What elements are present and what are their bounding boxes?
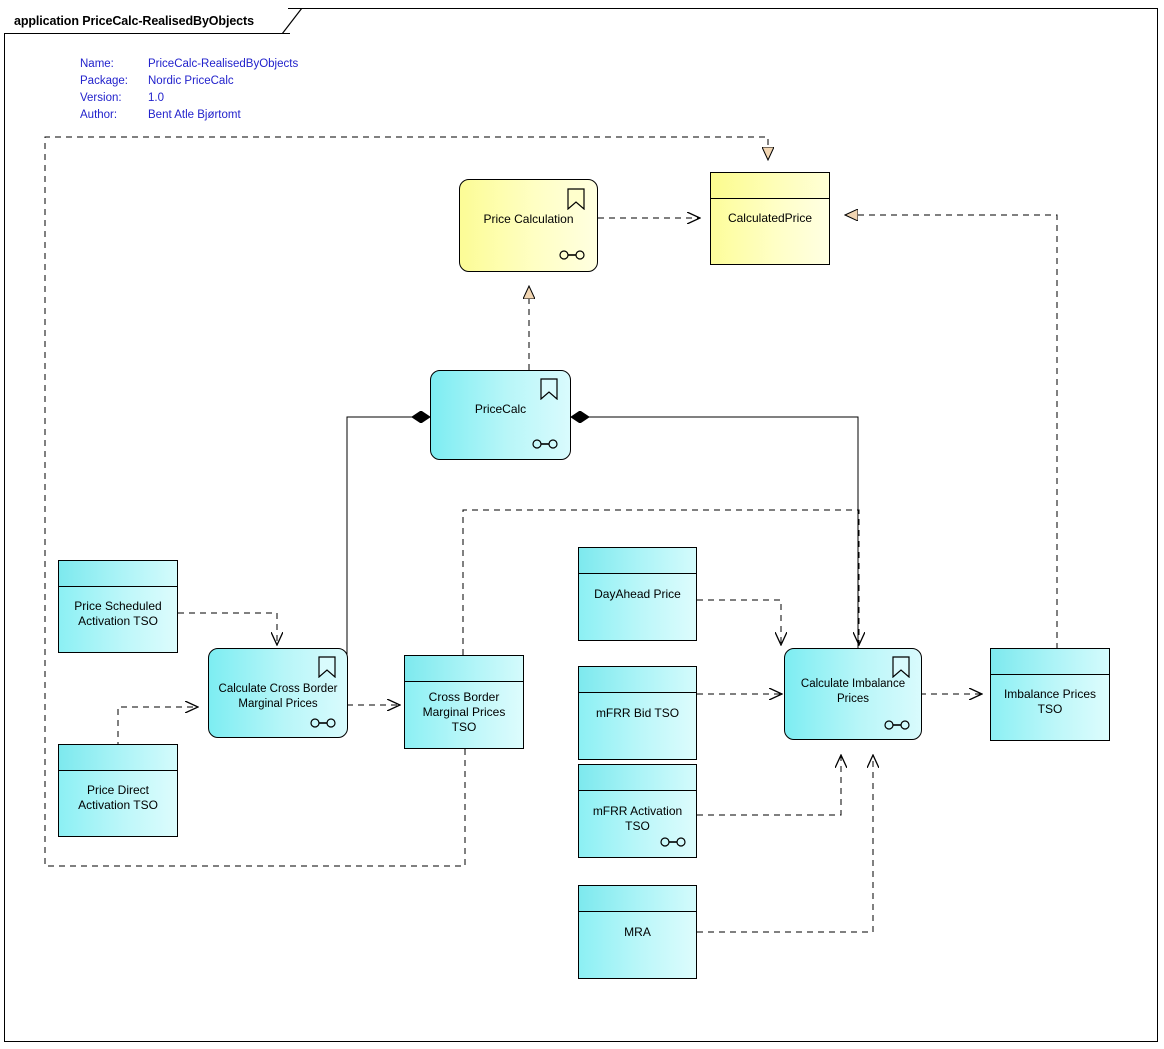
meta-value-name: PriceCalc-RealisedByObjects [148,58,299,70]
element-calculate-imbalance-prices-label: Calculate Imbalance Prices [800,678,906,705]
element-mra-label: MRA [624,925,651,939]
element-mfrr-bid-tso-header-band [579,667,696,693]
element-mfrr-bid-tso[interactable]: mFRR Bid TSO [578,666,697,760]
interface-connector-icon [310,718,336,728]
element-mra-header-band [579,886,696,912]
element-dayahead-price[interactable]: DayAhead Price [578,547,697,641]
element-imbalance-prices-tso-label: Imbalance Prices TSO [1003,687,1097,716]
element-calculated-price[interactable]: CalculatedPrice [710,172,830,265]
element-calculated-price-header-band [711,173,829,199]
title-tab-underline [4,33,290,34]
element-cross-border-marginal-prices-tso-header-band [405,656,523,682]
meta-value-author: Bent Atle Bjørtomt [148,109,241,121]
bookmark-icon [540,378,558,400]
diagram-title-text: application PriceCalc-RealisedByObjects [14,14,254,28]
element-cross-border-marginal-prices-tso-label: Cross Border Marginal Prices TSO [422,690,506,734]
element-price-scheduled-activation-tso[interactable]: Price Scheduled Activation TSO [58,560,178,653]
element-price-direct-activation-tso-header-band [59,745,177,771]
element-mfrr-activation-tso[interactable]: mFRR Activation TSO [578,764,697,858]
meta-key-name: Name: [80,58,114,70]
meta-key-version: Version: [80,92,122,104]
diagram-title-tab: application PriceCalc-RealisedByObjects [4,8,288,34]
element-imbalance-prices-tso[interactable]: Imbalance Prices TSO [990,648,1110,741]
diagram-canvas: application PriceCalc-RealisedByObjects … [0,0,1164,1049]
bookmark-icon [892,656,910,678]
element-price-calculation-label: Price Calculation [483,212,574,226]
interface-connector-icon [559,250,585,260]
element-mfrr-activation-tso-label: mFRR Activation TSO [592,804,683,833]
diagram-metadata: Name: PriceCalc-RealisedByObjects Packag… [80,56,298,124]
title-tab-slash-icon [282,8,303,34]
element-price-direct-activation-tso[interactable]: Price Direct Activation TSO [58,744,178,837]
interface-connector-icon [532,439,558,449]
element-cross-border-marginal-prices-tso[interactable]: Cross Border Marginal Prices TSO [404,655,524,749]
element-price-scheduled-activation-tso-label: Price Scheduled Activation TSO [74,599,162,628]
interface-connector-icon [660,837,686,847]
meta-key-author: Author: [80,109,118,121]
element-calculate-cross-border-marginal-prices[interactable]: Calculate Cross Border Marginal Prices [208,648,348,738]
element-dayahead-price-label: DayAhead Price [594,587,681,601]
meta-value-version: 1.0 [148,92,164,104]
element-price-calculation[interactable]: Price Calculation [459,179,598,272]
element-price-direct-activation-tso-label: Price Direct Activation TSO [78,783,158,812]
element-calculate-imbalance-prices[interactable]: Calculate Imbalance Prices [784,648,922,740]
meta-row-version: Version: 1.0 [80,90,298,107]
meta-row-author: Author: Bent Atle Bjørtomt [80,107,298,124]
element-imbalance-prices-tso-header-band [991,649,1109,675]
bookmark-icon [318,656,336,678]
meta-value-package: Nordic PriceCalc [148,75,234,87]
element-mra[interactable]: MRA [578,885,697,979]
meta-key-package: Package: [80,75,128,87]
element-price-calc[interactable]: PriceCalc [430,370,571,460]
element-calculate-cross-border-marginal-prices-label: Calculate Cross Border Marginal Prices [218,683,338,710]
element-mfrr-bid-tso-label: mFRR Bid TSO [595,706,680,720]
element-dayahead-price-header-band [579,548,696,574]
interface-connector-icon [884,720,910,730]
element-calculated-price-label: CalculatedPrice [727,211,813,225]
meta-row-package: Package: Nordic PriceCalc [80,73,298,90]
element-mfrr-activation-tso-header-band [579,765,696,791]
element-price-calc-label: PriceCalc [474,402,527,416]
bookmark-icon [567,188,585,210]
element-price-scheduled-activation-tso-header-band [59,561,177,587]
meta-row-name: Name: PriceCalc-RealisedByObjects [80,56,298,73]
